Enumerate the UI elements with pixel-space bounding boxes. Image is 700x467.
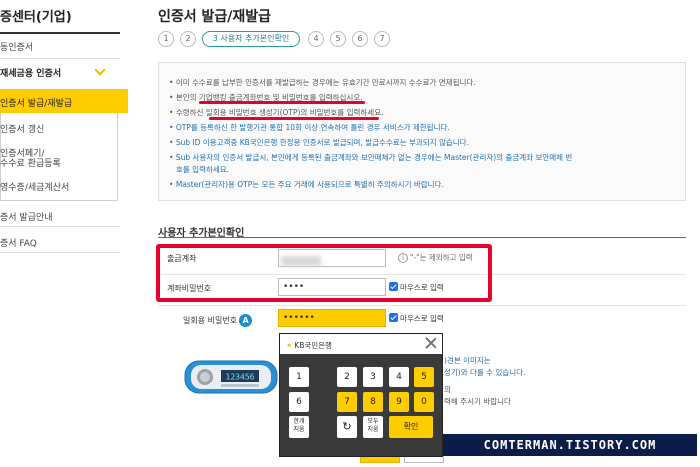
keypad-key-2[interactable]: 2 [337,367,357,387]
keypad-header: ✶ KB국민은행 [280,334,442,354]
keypad-key-9[interactable]: 9 [389,392,409,412]
page-title: 인증서 발급/재발급 [158,9,272,25]
notice-line: 호를 입력하세요. [176,165,230,174]
watermark: COMTERMAN.TISTORY.COM [443,434,697,456]
highlight-underline [199,101,365,104]
step-6: 6 [352,31,368,47]
checkbox-icon[interactable] [389,313,398,322]
sidebar-item-renew[interactable]: 인증서 갱신 [0,122,120,135]
step-5: 5 [330,31,346,47]
otp-label: 일회용 비밀번호 A [183,314,253,327]
sidebar-title: 증센터(기업) [0,10,72,25]
otp-badge: A [239,314,253,327]
otp-input[interactable]: •••••• [278,309,386,327]
highlight-underline [209,117,379,120]
notice-line: • Sub ID 이용고객중 KB국민은행 한정용 인증서로 발급되며, 발급수… [169,138,469,147]
notice-line: • Sub 사용자의 인증서 발급시, 본인에게 등록된 출금계좌와 보안매체가… [169,153,573,162]
keypad-clear-all-button[interactable]: 모두 지움 [363,416,383,438]
step-2: 2 [180,31,196,47]
otp-notice-text: 력해 주시기 바랍니다 [444,397,511,406]
keypad-key-1[interactable]: 1 [289,367,309,387]
sidebar-divider [0,32,120,34]
otp-device-display: 123456 [226,373,255,382]
keypad-key-5[interactable]: 5 [414,367,434,387]
keypad-key-6[interactable]: 6 [289,392,309,412]
keypad-key-4[interactable]: 4 [389,367,409,387]
close-icon[interactable] [424,336,438,350]
keypad-key-3[interactable]: 3 [363,367,383,387]
sidebar-item-faq[interactable]: 증서 FAQ [0,236,120,249]
sidebar-item-guide[interactable]: 증서 발급안내 [0,210,120,223]
kb-star-icon: ✶ [286,341,293,350]
otp-device-image: 123456 [184,360,278,394]
notice-line: • OTP를 등록하신 한 발행기관 통합 10회 이상 연속하여 틀린 경우 … [169,123,450,132]
refresh-icon[interactable]: ↻ [337,416,357,438]
sidebar-item-receipt[interactable]: 영수증/세금계산서 [0,180,120,193]
sidebar-divider [0,226,120,227]
keypad-clear-one-button[interactable]: 한개 지움 [289,416,309,438]
step-1: 1 [158,31,174,47]
virtual-keypad: ✶ KB국민은행 1 2 3 4 5 6 7 8 9 0 한개 지움 ↻ 모두 지… [279,333,443,457]
notice-line: • Master(관리자)용 OTP는 모든 주요 거래에 사용되므로 특별히 … [169,180,444,189]
step-4: 4 [308,31,324,47]
notice-box: • 이미 수수료를 납부한 인증서를 재발급하는 경우에는 유효기간 만료시까지… [158,62,686,201]
otp-notice-text: 성기)와 다를 수 있습니다. [444,368,526,377]
sidebar: 증센터(기업) 동인증서 재세금용 인증서 인증서 발급/재발급 인증서 갱신 … [0,0,128,467]
otp-mouse-input-checkbox[interactable]: 마우스로 입력 [389,313,444,324]
keypad-key-7[interactable]: 7 [337,392,357,412]
sidebar-item-cert[interactable]: 동인증서 [0,40,120,53]
step-3-active: 3 사용자 추가본인확인 [202,31,300,47]
sidebar-item-refund[interactable]: 수수료 환급등록 [0,156,120,169]
highlight-box [156,244,492,302]
sidebar-divider [0,58,120,59]
row-divider [158,305,686,306]
otp-notice-text: 의 [444,385,451,394]
section-divider [158,237,686,238]
sidebar-item-issue[interactable]: 인증서 발급/재발급 [0,96,120,109]
keypad-key-8[interactable]: 8 [363,392,383,412]
step-7: 7 [374,31,390,47]
otp-notice-text: )견본 이미지는 [444,356,491,365]
keypad-key-0[interactable]: 0 [414,392,434,412]
notice-line: • 이미 수수료를 납부한 인증서를 재발급하는 경우에는 유효기간 만료시까지… [169,78,476,87]
keypad-ok-button[interactable]: 확인 [389,416,433,438]
sidebar-divider [0,252,120,253]
kb-logo: ✶ KB국민은행 [286,341,332,350]
